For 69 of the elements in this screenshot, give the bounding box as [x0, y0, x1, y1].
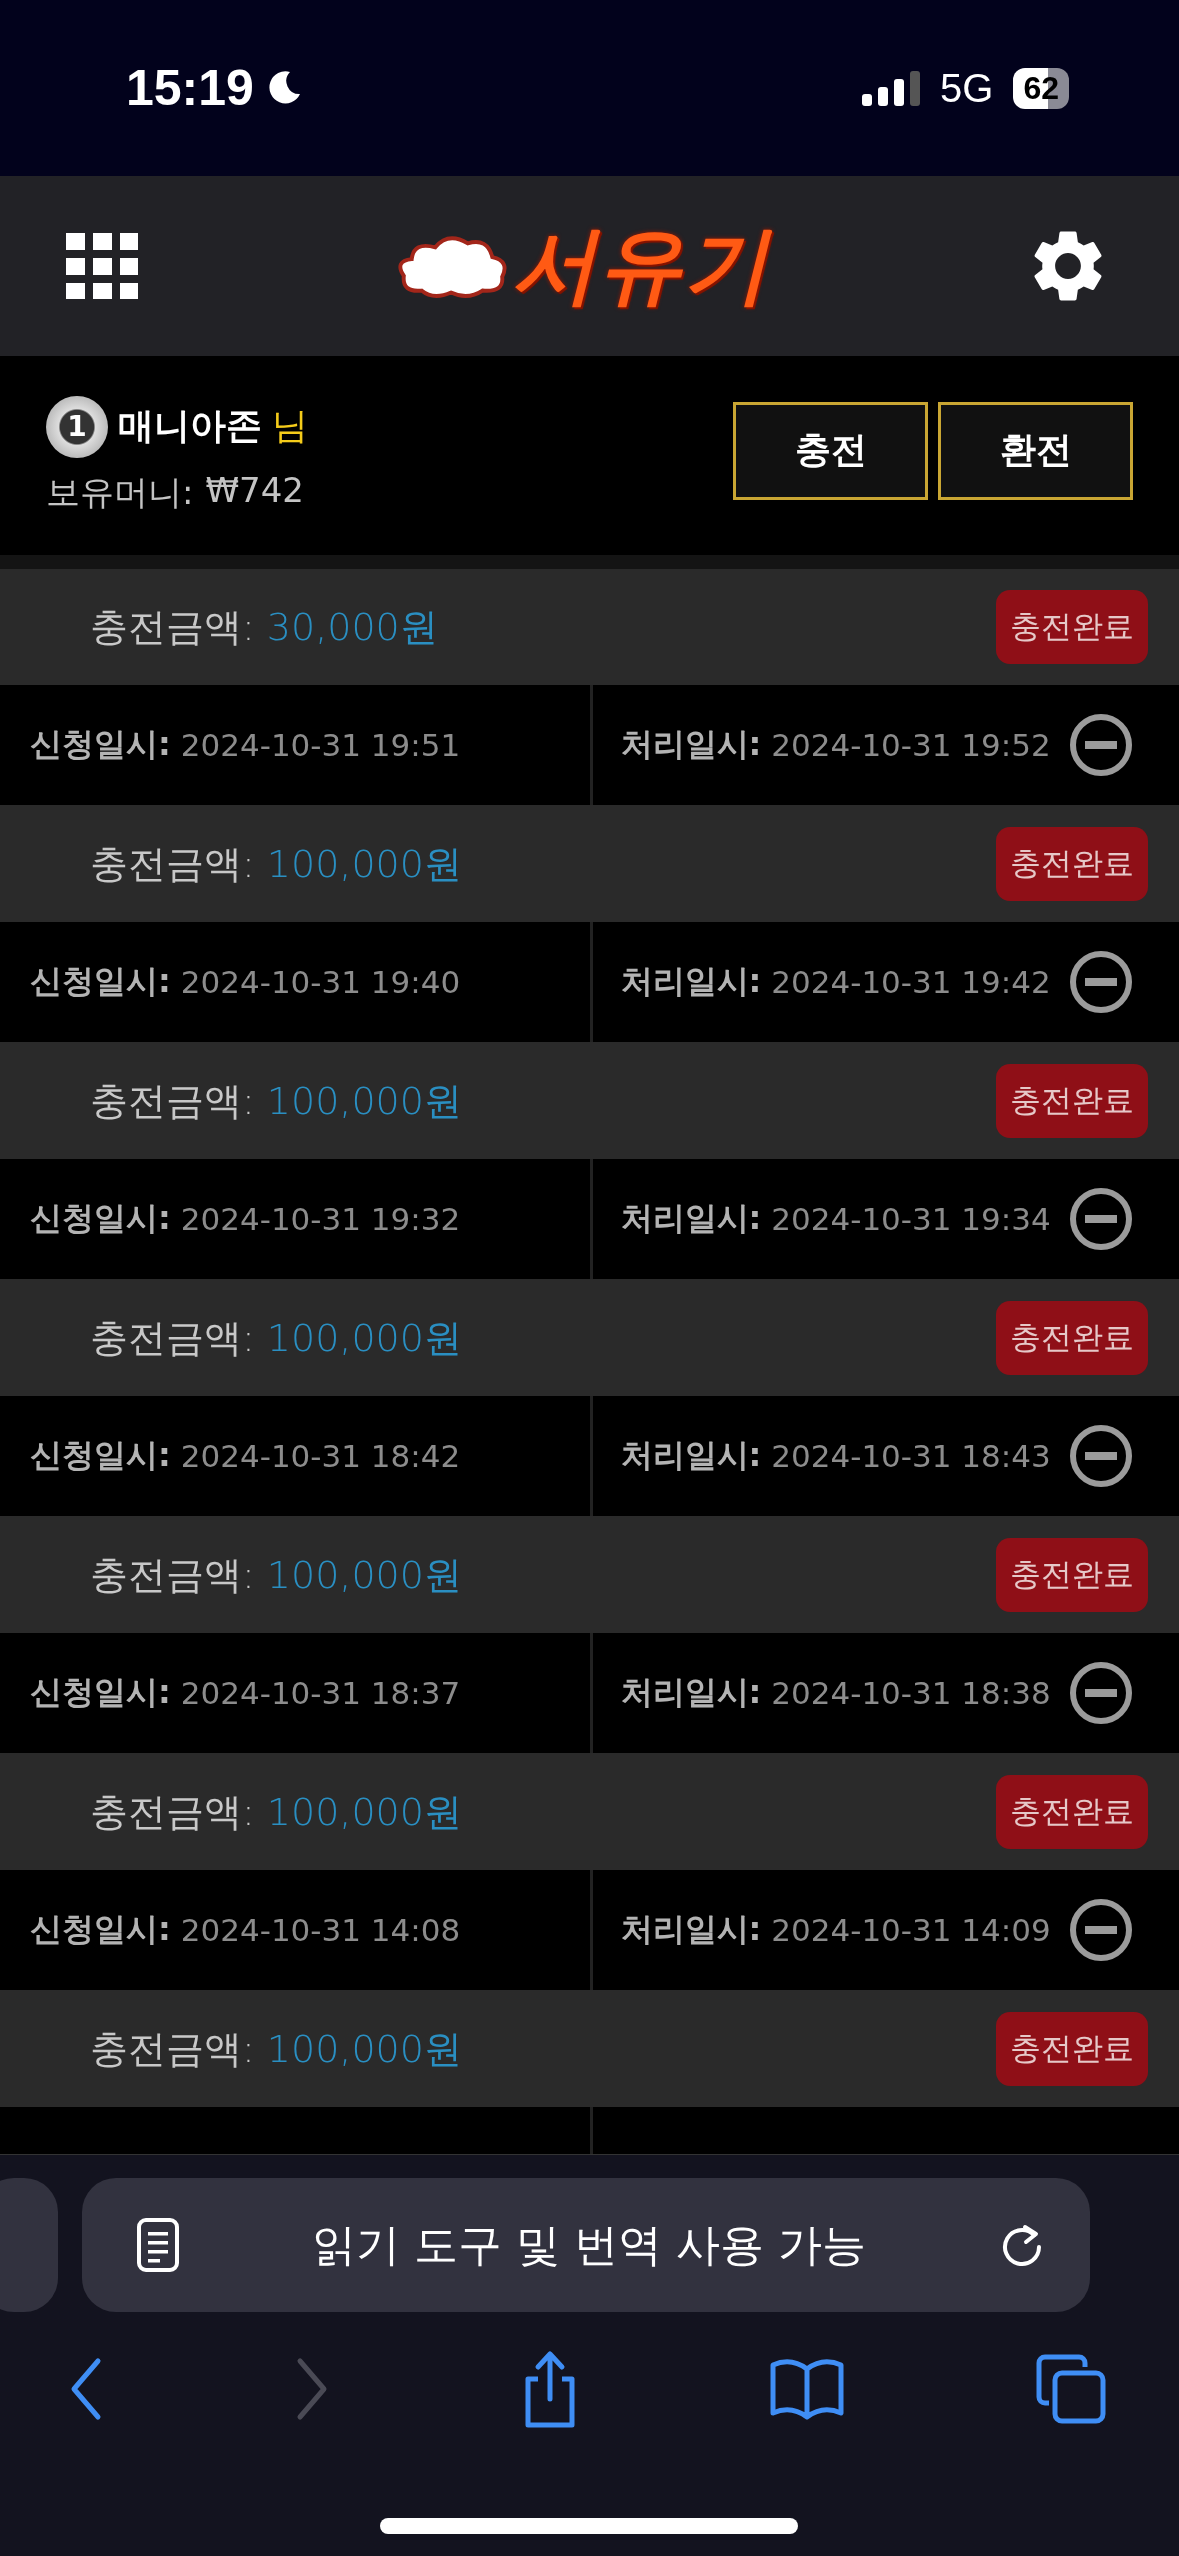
status-badge: 충전완료: [996, 1538, 1148, 1612]
minus-circle-icon[interactable]: [1068, 1424, 1133, 1488]
amount-value: 100,000원: [266, 2025, 462, 2073]
network-label: 5G: [940, 65, 994, 111]
status-badge: 충전완료: [996, 1775, 1148, 1849]
user-name: 매니아존: [118, 404, 262, 448]
signal-icon: [862, 70, 921, 106]
process-time-value: 2024-10-31 14:09: [771, 1912, 1051, 1948]
status-time: 15:19: [126, 59, 254, 117]
request-time-value: 2024-10-31 19:32: [180, 1201, 461, 1237]
amount-value: 30,000원: [266, 603, 438, 651]
process-time-label: 처리일시:: [620, 1909, 762, 1950]
process-time-label: 처리일시:: [620, 1435, 762, 1476]
battery-indicator: 62: [1013, 67, 1069, 109]
status-badge: 충전완료: [996, 827, 1148, 901]
minus-circle-icon[interactable]: [1068, 1187, 1133, 1251]
request-time-label: 신청일시:: [30, 724, 171, 765]
status-badge: 충전완료: [996, 1064, 1148, 1138]
request-time-value: 2024-10-31 18:42: [180, 1438, 461, 1474]
status-badge: 충전완료: [996, 1301, 1148, 1375]
amount-label: 충전금액:: [90, 603, 255, 651]
amount-label: 충전금액:: [90, 1788, 255, 1836]
grid-menu-icon[interactable]: [66, 233, 138, 299]
request-time-value: 2024-10-31 18:37: [180, 1675, 461, 1711]
process-time-value: 2024-10-31 19:42: [771, 964, 1051, 1000]
request-time-value: 2024-10-31 19:40: [180, 964, 461, 1000]
action-button[interactable]: 환전: [938, 401, 1133, 500]
amount-label: 충전금액:: [90, 1077, 255, 1125]
address-text: 읽기 도구 및 번역 사용 가능: [312, 2217, 866, 2272]
amount-label: 충전금액:: [90, 2025, 255, 2073]
process-time-value: 2024-10-31 18:43: [771, 1438, 1051, 1474]
process-time-value: 2024-10-31 19:52: [771, 727, 1051, 763]
minus-circle-icon[interactable]: [1068, 713, 1133, 777]
logo-text: 서유기: [511, 215, 770, 316]
minus-circle-icon[interactable]: [1068, 1661, 1133, 1725]
status-badge: 충전완료: [996, 2012, 1148, 2086]
address-bar[interactable]: 읽기 도구 및 번역 사용 가능: [82, 2178, 1090, 2312]
amount-value: 100,000원: [266, 1551, 462, 1599]
reader-icon[interactable]: [136, 2217, 180, 2273]
request-time-label: 신청일시:: [30, 1198, 171, 1239]
process-time-value: 2024-10-31 19:34: [771, 1201, 1051, 1237]
amount-value: 100,000원: [266, 840, 462, 888]
action-button[interactable]: 충전: [733, 401, 928, 500]
balance-label: 보유머니:: [46, 470, 194, 514]
process-time-label: 처리일시:: [620, 1198, 762, 1239]
request-time-label: 신청일시:: [30, 1672, 171, 1713]
tabs-icon[interactable]: [1035, 2353, 1107, 2425]
request-time-value: 2024-10-31 19:51: [180, 727, 461, 763]
process-time-label: 처리일시:: [620, 961, 762, 1002]
request-time-label: 신청일시:: [30, 961, 171, 1002]
process-time-label: 처리일시:: [620, 724, 762, 765]
bookmarks-icon[interactable]: [769, 2357, 846, 2421]
amount-value: 100,000원: [266, 1077, 462, 1125]
request-time-label: 신청일시:: [30, 1909, 171, 1950]
request-time-value: 2024-10-31 14:08: [180, 1912, 461, 1948]
amount-label: 충전금액:: [90, 840, 255, 888]
minus-circle-icon[interactable]: [1068, 950, 1133, 1014]
process-time-value: 2024-10-31 18:38: [771, 1675, 1051, 1711]
amount-value: 100,000원: [266, 1314, 462, 1362]
rank-badge: 1: [46, 395, 108, 458]
amount-label: 충전금액:: [90, 1314, 255, 1362]
status-badge: 충전완료: [996, 590, 1148, 664]
amount-label: 충전금액:: [90, 1551, 255, 1599]
honorific-label: 님: [272, 404, 308, 448]
balance-value: ₩742: [205, 469, 304, 512]
minus-circle-icon[interactable]: [1068, 1898, 1133, 1962]
request-time-label: 신청일시:: [30, 1435, 171, 1476]
amount-value: 100,000원: [266, 1788, 462, 1836]
process-time-label: 처리일시:: [620, 1672, 762, 1713]
